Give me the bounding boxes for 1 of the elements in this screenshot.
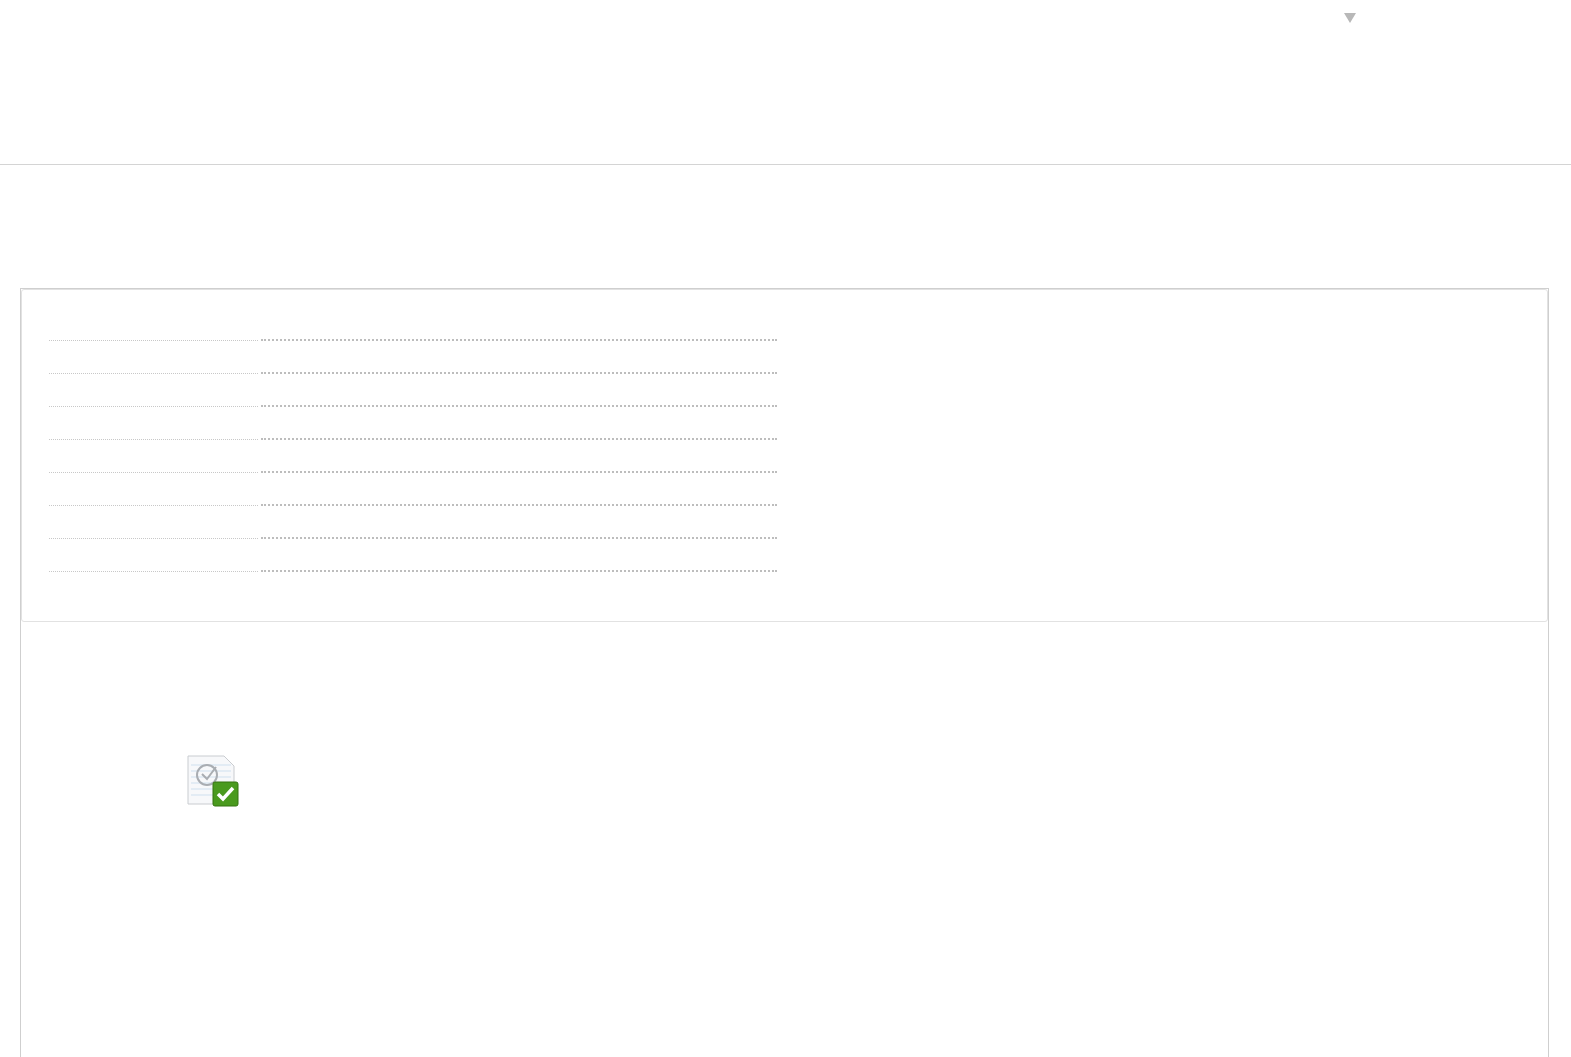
dropdown-caret-button[interactable] — [1343, 12, 1357, 24]
